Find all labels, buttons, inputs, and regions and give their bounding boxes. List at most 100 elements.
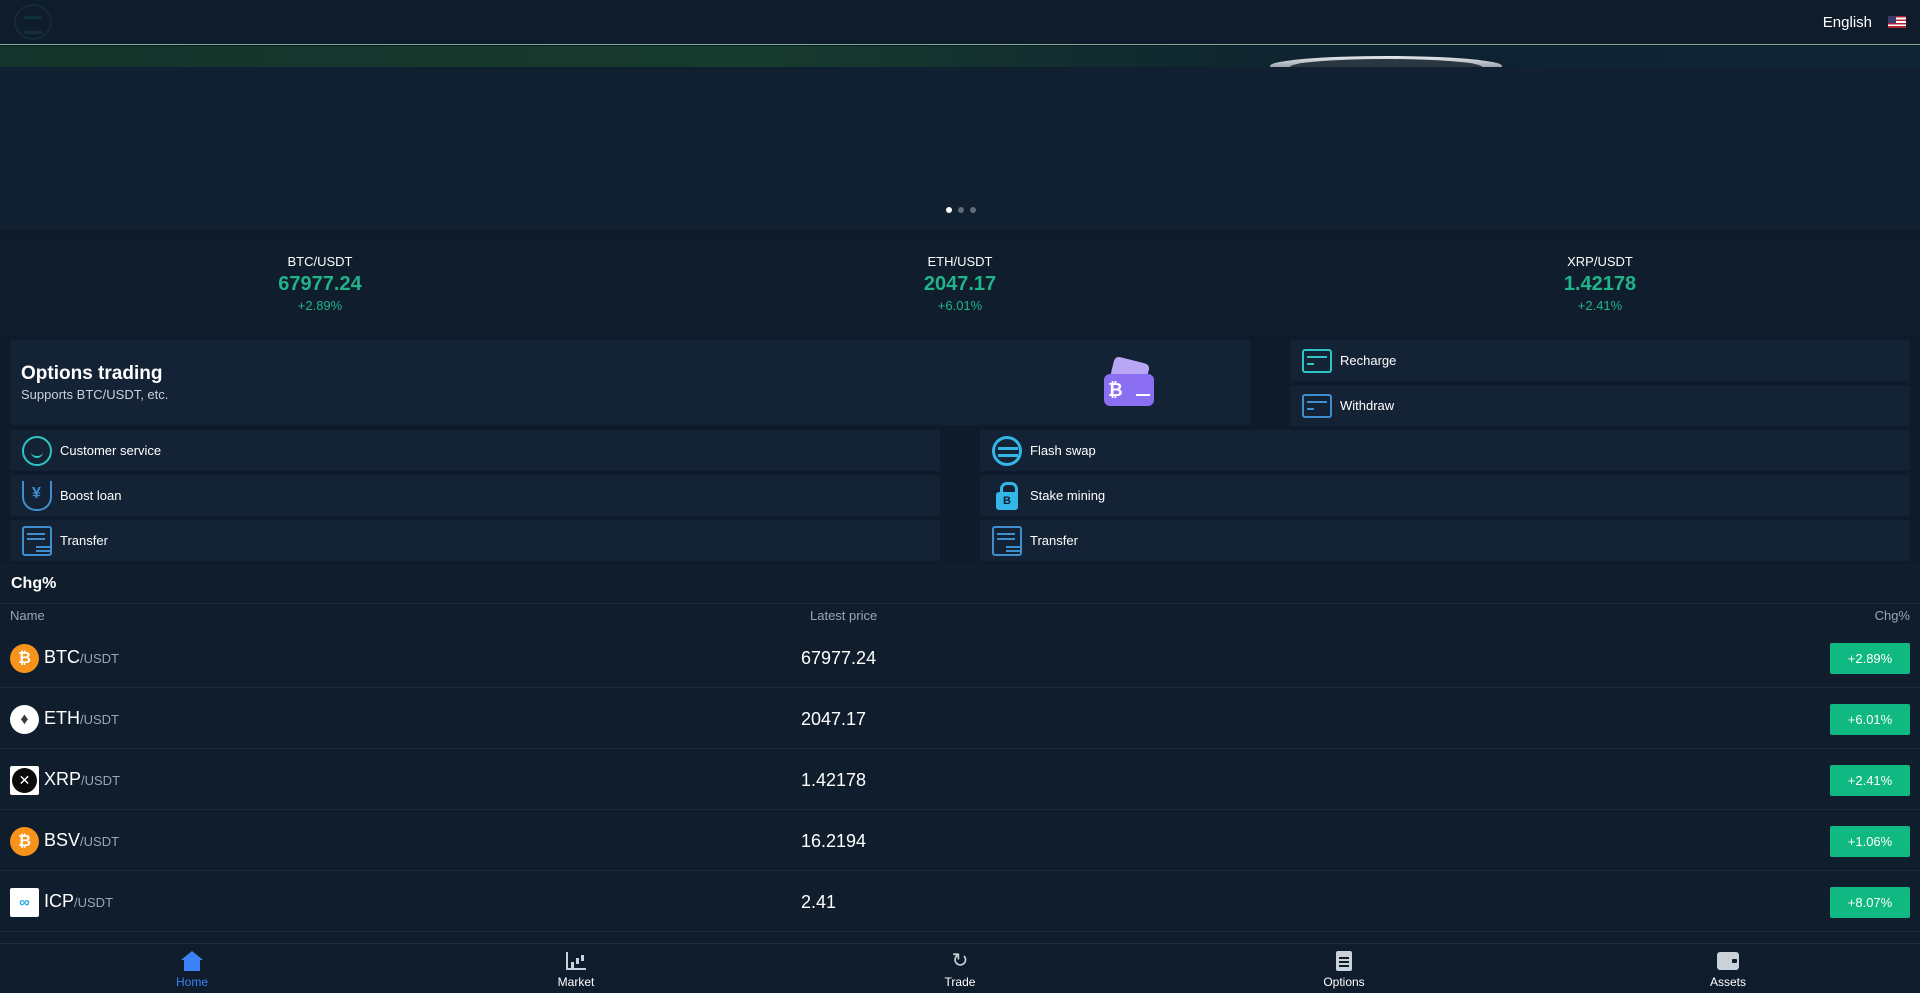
transfer-label: Transfer [1030, 533, 1078, 548]
nav-assets[interactable]: Assets [1536, 944, 1920, 993]
change-badge[interactable]: +8.07% [1830, 887, 1910, 918]
column-latest-price: Latest price [810, 608, 878, 623]
withdraw-label: Withdraw [1340, 398, 1395, 413]
banner-carousel[interactable] [0, 46, 1920, 230]
recharge-button[interactable]: Recharge [1290, 340, 1910, 381]
carousel-dot-2[interactable] [958, 207, 964, 213]
carousel-dot-3[interactable] [970, 207, 976, 213]
bar-chart-icon [566, 952, 586, 970]
transfer-label: Transfer [60, 533, 108, 548]
withdraw-button[interactable]: Withdraw [1290, 385, 1910, 426]
market-row[interactable]: ₿ BSV/USDT 16.2194 +1.06% [0, 810, 1920, 871]
nav-label: Options [1323, 975, 1365, 989]
withdraw-card-icon [1302, 393, 1332, 418]
market-row[interactable]: ₿ BTC/USDT 67977.24 +2.89% [0, 627, 1920, 688]
market-divider [0, 603, 1920, 604]
wallet-nav-icon [1717, 952, 1739, 970]
ticker-price: 2047.17 [923, 273, 997, 295]
logo-icon[interactable] [14, 4, 52, 40]
language-selector[interactable]: English [1823, 14, 1906, 31]
bitcoin-sv-icon: ₿ [10, 827, 39, 856]
transfer-icon [22, 525, 52, 556]
ticker-xrp[interactable]: XRP/USDT 1.42178 +2.41% [1280, 240, 1920, 334]
ticker-price: 1.42178 [1563, 273, 1637, 295]
recharge-label: Recharge [1340, 353, 1397, 368]
icp-infinity-icon: ∞ [10, 888, 39, 917]
xrp-icon [10, 766, 39, 795]
change-badge[interactable]: +1.06% [1830, 826, 1910, 857]
app-root: English BTC/USDT 67977.24 +2.89% ETH/USD… [0, 0, 1920, 993]
ticker-price: 67977.24 [278, 273, 362, 295]
coin-symbol: ETH/USDT [44, 708, 119, 729]
latest-price: 2.41 [801, 892, 837, 912]
stake-mining-button[interactable]: Stake mining [980, 475, 1910, 516]
market-row[interactable]: ∞ ICP/USDT 2.41 +8.07% [0, 871, 1920, 932]
latest-price: 67977.24 [801, 648, 877, 668]
column-change: Chg% [1874, 608, 1910, 623]
symbol-text: XRP [44, 769, 82, 789]
market-title[interactable]: Chg% [11, 575, 56, 593]
ticker-change: +2.89% [297, 298, 343, 313]
nav-label: Assets [1709, 975, 1746, 989]
coin-symbol: XRP/USDT [44, 769, 120, 790]
latest-price: 16.2194 [801, 831, 867, 851]
carousel-dots [946, 207, 976, 213]
nav-label: Trade [944, 975, 976, 989]
us-flag-icon[interactable] [1888, 16, 1906, 28]
market-row[interactable]: XRP/USDT 1.42178 +2.41% [0, 749, 1920, 810]
wallet-front-shape [1104, 373, 1154, 406]
bitcoin-icon: ₿ [10, 644, 39, 673]
symbol-text: ETH [44, 708, 80, 728]
nav-market[interactable]: Market [384, 944, 768, 993]
carousel-dot-1[interactable] [946, 207, 952, 213]
transfer-button-left[interactable]: Transfer [10, 520, 940, 561]
coin-symbol: BTC/USDT [44, 647, 119, 668]
quote-text: /USDT [80, 712, 119, 727]
card-icon [1302, 348, 1332, 373]
ethereum-icon: ♦ [10, 705, 39, 734]
refresh-icon: ↻ [951, 950, 969, 972]
flash-swap-button[interactable]: Flash swap [980, 430, 1910, 471]
document-icon [1336, 951, 1352, 971]
column-name: Name [10, 608, 45, 623]
nav-label: Market [557, 975, 595, 989]
latest-price: 2047.17 [801, 709, 867, 729]
change-badge[interactable]: +6.01% [1830, 704, 1910, 735]
ticker-pair: XRP/USDT [1567, 254, 1633, 269]
customer-service-label: Customer service [60, 443, 162, 458]
nav-icon-wrap: ↻ [768, 950, 1152, 972]
latest-price: 1.42178 [801, 770, 867, 790]
lock-icon [992, 481, 1022, 511]
swap-icon [992, 435, 1022, 466]
change-badge[interactable]: +2.89% [1830, 643, 1910, 674]
nav-icon-wrap [1536, 950, 1920, 972]
options-trading-card[interactable]: Options trading Supports BTC/USDT, etc. [10, 340, 1250, 425]
coin-symbol: ICP/USDT [44, 891, 113, 912]
market-list: Chg% Name Latest price Chg% ₿ BTC/USDT 6… [0, 564, 1920, 944]
quote-text: /USDT [74, 895, 114, 910]
transfer-button-right[interactable]: Transfer [980, 520, 1910, 561]
options-title: Options trading [21, 363, 163, 384]
language-label[interactable]: English [1823, 14, 1872, 31]
quote-text: /USDT [80, 834, 120, 849]
top-bar: English [0, 0, 1920, 45]
nav-trade[interactable]: ↻ Trade [768, 944, 1152, 993]
boost-loan-button[interactable]: Boost loan [10, 475, 940, 516]
customer-service-button[interactable]: Customer service [10, 430, 940, 471]
ticker-pair: BTC/USDT [287, 254, 353, 269]
nav-icon-wrap [1152, 950, 1536, 972]
change-badge[interactable]: +2.41% [1830, 765, 1910, 796]
boost-loan-label: Boost loan [60, 488, 122, 503]
ticker-eth[interactable]: ETH/USDT 2047.17 +6.01% [640, 240, 1280, 334]
nav-icon-wrap [0, 950, 384, 972]
market-row[interactable]: ♦ ETH/USDT 2047.17 +6.01% [0, 688, 1920, 749]
bottom-navigation: Home Market ↻ Trade Options Assets [0, 943, 1920, 993]
ticker-change: +2.41% [1577, 298, 1623, 313]
home-icon [181, 951, 203, 971]
symbol-text: BTC [44, 647, 80, 667]
nav-options[interactable]: Options [1152, 944, 1536, 993]
ticker-btc[interactable]: BTC/USDT 67977.24 +2.89% [0, 240, 640, 334]
transfer-icon [992, 525, 1022, 556]
banner-image [0, 46, 1920, 67]
nav-home[interactable]: Home [0, 944, 384, 993]
